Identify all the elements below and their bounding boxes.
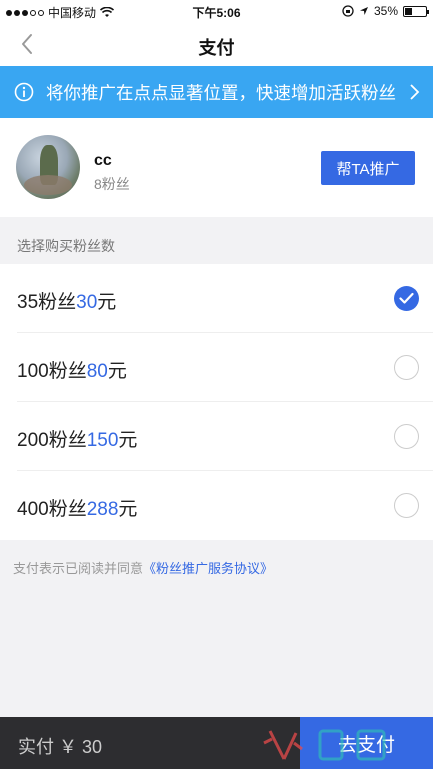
option-price: 30 [76,292,98,313]
pay-button[interactable]: 去支付 [300,717,433,769]
avatar[interactable] [16,135,80,199]
chevron-right-icon [410,84,420,100]
option-list: 35粉丝30元 100粉丝80元 200粉丝150元 400粉丝288元 [0,264,433,540]
radio-checked[interactable] [394,286,419,311]
option-label: 200粉丝150元 [17,430,138,451]
option-price: 288 [86,499,119,520]
location-icon [359,7,368,15]
option-item[interactable]: 200粉丝150元 [0,402,433,471]
bottom-bar: 实付 ￥ 30 去支付 [0,717,433,769]
option-price: 150 [86,430,119,451]
promote-button[interactable]: 帮TA推广 [321,151,415,185]
user-name: cc [94,152,112,169]
section-header: 选择购买粉丝数 [17,238,115,254]
fan-count: 8粉丝 [94,176,130,192]
option-item[interactable]: 100粉丝80元 [0,333,433,402]
banner-text: 将你推广在点点显著位置，快速增加活跃粉丝 [46,82,396,103]
status-right: 35% [342,4,429,18]
option-item[interactable]: 400粉丝288元 [0,471,433,540]
radio-unchecked[interactable] [394,355,419,380]
battery-percent: 35% [373,4,398,18]
option-item[interactable]: 35粉丝30元 [0,264,433,333]
agreement-link[interactable]: 《粉丝推广服务协议》 [143,561,273,576]
option-price: 80 [86,361,108,382]
option-label: 100粉丝80元 [17,361,127,382]
agreement-text: 支付表示已阅读并同意《粉丝推广服务协议》 [13,558,273,577]
profile-card: cc 8粉丝 帮TA推广 [0,118,433,217]
promo-banner[interactable]: 将你推广在点点显著位置，快速增加活跃粉丝 [0,66,433,118]
agreement-prefix: 支付表示已阅读并同意 [13,561,144,576]
battery-icon [403,5,429,17]
option-label: 400粉丝288元 [17,499,138,520]
nav-bar: 支付 [0,22,433,66]
status-bar: 中国移动 下午5:06 35% [0,0,433,22]
page-title: 支付 [198,38,235,58]
info-icon [14,82,34,102]
option-label: 35粉丝30元 [17,292,117,313]
lock-rotation-icon [342,5,354,17]
paid-amount: 实付 ￥ 30 [18,737,103,757]
radio-unchecked[interactable] [394,493,419,518]
radio-unchecked[interactable] [394,424,419,449]
check-icon [399,292,414,304]
